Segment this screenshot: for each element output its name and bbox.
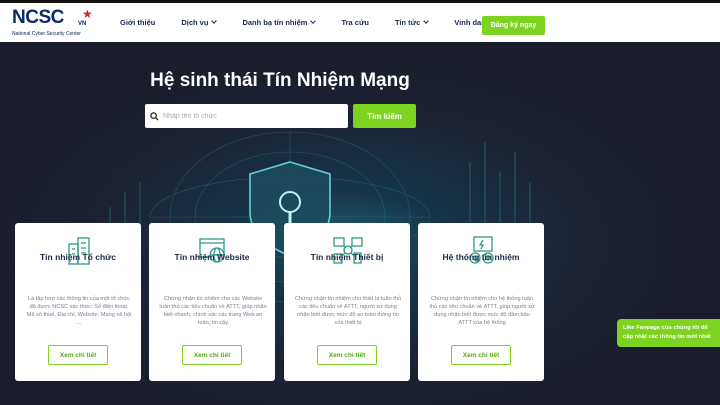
card-description: Là tập hợp các thông tin của một tổ chức… xyxy=(26,296,132,326)
logo-subtitle: National Cyber Security Center xyxy=(12,31,81,37)
search-icon xyxy=(145,104,163,128)
popup-line-1: Like Fanpage của chúng tôi để xyxy=(623,325,708,331)
search-input[interactable] xyxy=(163,106,343,126)
card-title: Tín nhiệm Website xyxy=(174,252,250,262)
view-detail-button[interactable]: Xem chi tiết xyxy=(317,345,377,365)
main-nav: Giới thiệu Dịch vụ Danh bạ tín nhiệm Tra… xyxy=(120,3,516,42)
nav-label: Tra cứu xyxy=(341,18,369,27)
card-title: Hệ thống tín nhiệm xyxy=(442,252,520,262)
view-detail-button[interactable]: Xem chi tiết xyxy=(451,345,511,365)
popup-line-2: cập nhật các thông tin mới nhất xyxy=(623,334,711,340)
card-tin-nhiem-to-chuc: Tín nhiệm Tổ chức Là tập hợp các thông t… xyxy=(15,223,141,381)
chevron-down-icon xyxy=(310,18,317,24)
register-button[interactable]: Đăng ký ngay xyxy=(482,16,545,35)
logo-suffix: VN xyxy=(78,21,87,27)
nav-item-tin-tuc[interactable]: Tin tức xyxy=(394,18,430,27)
card-tin-nhiem-thiet-bi: Tín nhiệm Thiết bị Chứng nhận tín nhiệm … xyxy=(284,223,410,381)
card-title: Tín nhiệm Thiết bị xyxy=(310,252,384,262)
nav-label: Giới thiệu xyxy=(120,18,156,27)
nav-label: Danh bạ tín nhiệm xyxy=(242,18,308,27)
ncsc-logo[interactable]: NCSC ★ VN National Cyber Security Center xyxy=(12,8,104,40)
nav-label: Tin tức xyxy=(394,18,421,27)
card-tin-nhiem-website: Tín nhiệm Website Chứng nhận tín nhiệm c… xyxy=(149,223,275,381)
card-description: Chứng nhận tín nhiệm cho hệ thống tuân t… xyxy=(429,296,535,326)
nav-item-gioi-thieu[interactable]: Giới thiệu xyxy=(120,18,155,27)
site-header: NCSC ★ VN National Cyber Security Center… xyxy=(0,0,720,42)
card-title: Tín nhiệm Tổ chức xyxy=(39,252,117,262)
search-button[interactable]: Tìm kiếm xyxy=(353,104,416,128)
chevron-down-icon xyxy=(211,18,218,24)
nav-item-dich-vu[interactable]: Dịch vụ xyxy=(181,18,218,27)
chevron-down-icon xyxy=(423,18,430,24)
card-description: Chứng nhận tín nhiệm cho thiết bị tuân t… xyxy=(294,296,402,326)
card-he-thong-tin-nhiem: Hệ thống tín nhiệm Chứng nhận tín nhiệm … xyxy=(418,223,544,381)
nav-item-tra-cuu[interactable]: Tra cứu xyxy=(341,18,369,27)
nav-item-danh-ba[interactable]: Danh bạ tín nhiệm xyxy=(242,18,317,27)
star-icon: ★ xyxy=(82,7,93,21)
search-box xyxy=(145,104,348,128)
nav-label: Dịch vụ xyxy=(181,18,209,27)
card-description: Chứng nhận tín nhiệm cho các Website tuâ… xyxy=(159,296,267,326)
fanpage-popup[interactable]: Like Fanpage của chúng tôi để cập nhật c… xyxy=(617,319,720,347)
view-detail-button[interactable]: Xem chi tiết xyxy=(182,345,242,365)
hero-title: Hệ sinh thái Tín Nhiệm Mạng xyxy=(150,70,410,91)
view-detail-button[interactable]: Xem chi tiết xyxy=(48,345,108,365)
